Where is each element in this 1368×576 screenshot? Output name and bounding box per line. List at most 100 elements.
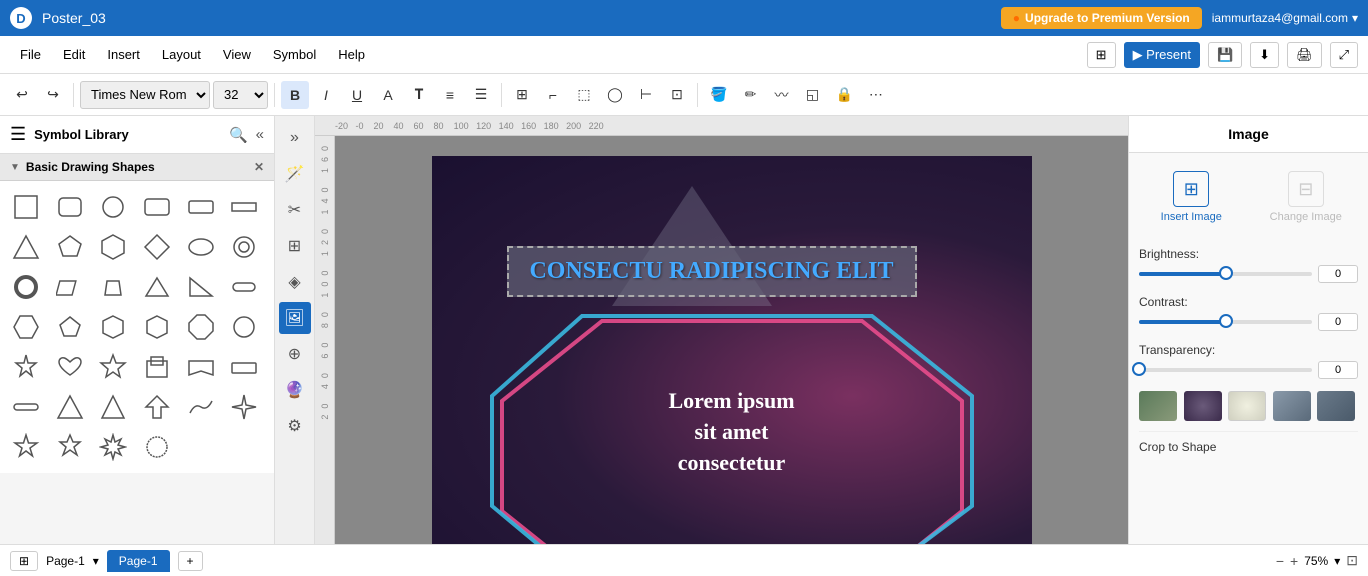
shape-ring[interactable] xyxy=(226,229,262,265)
shape-squiggle[interactable] xyxy=(183,389,219,425)
shape-starburst[interactable] xyxy=(139,429,175,465)
align-button[interactable]: ⊢ xyxy=(632,81,660,109)
shape-star8[interactable] xyxy=(8,349,44,385)
text-style-button[interactable]: 𝐓 xyxy=(405,81,433,109)
shape-banner[interactable] xyxy=(183,349,219,385)
shapes-category-header[interactable]: ▼ Basic Drawing Shapes ✕ xyxy=(0,154,274,181)
filter-preset-4[interactable] xyxy=(1273,391,1311,421)
upgrade-button[interactable]: Upgrade to Premium Version xyxy=(1001,7,1202,29)
menu-view[interactable]: View xyxy=(213,42,261,67)
shape-arrow-triangle[interactable] xyxy=(52,389,88,425)
shape-trapezoid[interactable] xyxy=(95,269,131,305)
shape-octagon[interactable] xyxy=(183,309,219,345)
present-button[interactable]: ▶ Present xyxy=(1124,42,1200,68)
expand-panel-button[interactable]: » xyxy=(279,122,311,154)
shape-arrow[interactable] xyxy=(95,389,131,425)
crop-tool-button[interactable]: ✂ xyxy=(279,194,311,226)
shape-thick-ring[interactable] xyxy=(8,269,44,305)
line-style-button[interactable]: 〰 xyxy=(767,81,795,109)
shape-small-hexagon[interactable] xyxy=(95,309,131,345)
contrast-thumb[interactable] xyxy=(1219,314,1233,328)
print-button[interactable]: 🖨 xyxy=(1287,42,1322,68)
shape-hexagon2[interactable] xyxy=(8,309,44,345)
shape-small-hexagon2[interactable] xyxy=(139,309,175,345)
filter-preset-5[interactable] xyxy=(1317,391,1355,421)
font-size-select[interactable]: 32 24 18 48 xyxy=(213,81,268,109)
menu-edit[interactable]: Edit xyxy=(53,42,95,67)
menu-symbol[interactable]: Symbol xyxy=(263,42,326,67)
text-box-button[interactable]: ⊞ xyxy=(508,81,536,109)
contrast-input[interactable] xyxy=(1318,313,1358,331)
shape-triangle[interactable] xyxy=(8,229,44,265)
zoom-out-button[interactable]: − xyxy=(1276,553,1284,569)
shape-rounded-rect[interactable] xyxy=(52,189,88,225)
shape-square-outline[interactable] xyxy=(139,349,175,385)
image-tool-button[interactable]: 🖼 xyxy=(279,302,311,334)
shape-heart[interactable] xyxy=(52,349,88,385)
shape-arrow2[interactable] xyxy=(139,389,175,425)
undo-button[interactable]: ↩ xyxy=(8,81,36,109)
mask-button[interactable]: ◱ xyxy=(798,81,826,109)
shape-wide-banner[interactable] xyxy=(226,349,262,385)
shape-star8b[interactable] xyxy=(95,429,131,465)
add-page-button[interactable]: + xyxy=(178,551,203,571)
layer-button[interactable]: ⬚ xyxy=(570,81,598,109)
shape-small-triangle[interactable] xyxy=(139,269,175,305)
menu-help[interactable]: Help xyxy=(328,42,375,67)
transparency-thumb[interactable] xyxy=(1132,362,1146,376)
change-image-button[interactable]: ⊟ Change Image xyxy=(1254,163,1359,231)
brightness-track[interactable] xyxy=(1139,272,1312,276)
crop-button[interactable]: ⌐ xyxy=(539,81,567,109)
filter-preset-3[interactable] xyxy=(1228,391,1266,421)
shape-wide-rect[interactable] xyxy=(139,189,175,225)
collapse-sidebar-button[interactable]: « xyxy=(256,126,264,143)
shape-circle2[interactable] xyxy=(226,309,262,345)
shape-circle[interactable] xyxy=(95,189,131,225)
shape-small-pentagon[interactable] xyxy=(52,309,88,345)
shape-oval[interactable] xyxy=(183,229,219,265)
user-email[interactable]: iammurtaza4@gmail.com xyxy=(1212,11,1358,25)
resize-button[interactable]: ⊡ xyxy=(663,81,691,109)
shape-square[interactable] xyxy=(8,189,44,225)
group-button[interactable]: ⊕ xyxy=(279,338,311,370)
redo-button[interactable]: ↪ xyxy=(39,81,67,109)
shape-star4[interactable] xyxy=(226,389,262,425)
settings-button[interactable]: ⚙ xyxy=(279,410,311,442)
shape-star6[interactable] xyxy=(52,429,88,465)
shape-right-triangle[interactable] xyxy=(183,269,219,305)
transparency-track[interactable] xyxy=(1139,368,1312,372)
canvas[interactable]: CONSECTU RADIPISCING ELIT Lorem ipsumsit… xyxy=(432,156,1032,544)
share-button[interactable]: ⤢ xyxy=(1330,42,1358,68)
font-color-button[interactable]: A xyxy=(374,81,402,109)
menu-insert[interactable]: Insert xyxy=(97,42,150,67)
effects-button[interactable]: 🔮 xyxy=(279,374,311,406)
shape-star5b[interactable] xyxy=(8,429,44,465)
shape-pentagon[interactable] xyxy=(52,229,88,265)
shape-long-rect[interactable] xyxy=(183,189,219,225)
shape-thin-rect[interactable] xyxy=(226,189,262,225)
shape-stadium[interactable] xyxy=(226,269,262,305)
shape-button[interactable]: ◯ xyxy=(601,81,629,109)
shape-parallelogram[interactable] xyxy=(52,269,88,305)
font-family-select[interactable]: Times New Roman Arial Helvetica xyxy=(80,81,210,109)
zoom-dropdown-icon[interactable]: ▾ xyxy=(1334,554,1340,568)
bold-button[interactable]: B xyxy=(281,81,309,109)
underline-button[interactable]: U xyxy=(343,81,371,109)
shape-hexagon[interactable] xyxy=(95,229,131,265)
page-tab[interactable]: Page-1 xyxy=(107,550,170,572)
search-button[interactable]: 🔍 xyxy=(229,126,248,144)
brightness-thumb[interactable] xyxy=(1219,266,1233,280)
brightness-input[interactable] xyxy=(1318,265,1358,283)
download-button[interactable]: ⬇ xyxy=(1250,42,1279,68)
insert-image-button[interactable]: ⊞ Insert Image xyxy=(1139,163,1244,231)
align-left-button[interactable]: ≡ xyxy=(436,81,464,109)
magic-button[interactable]: 🪄 xyxy=(279,158,311,190)
fit-screen-button[interactable]: ⊡ xyxy=(1346,552,1358,569)
filter-preset-1[interactable] xyxy=(1139,391,1177,421)
fill-color-button[interactable]: 🪣 xyxy=(704,81,733,109)
shape-pill[interactable] xyxy=(8,389,44,425)
transparency-input[interactable] xyxy=(1318,361,1358,379)
canvas-viewport[interactable]: CONSECTU RADIPISCING ELIT Lorem ipsumsit… xyxy=(335,136,1128,544)
grid-button[interactable]: ⊞ xyxy=(279,230,311,262)
menu-file[interactable]: File xyxy=(10,42,51,67)
